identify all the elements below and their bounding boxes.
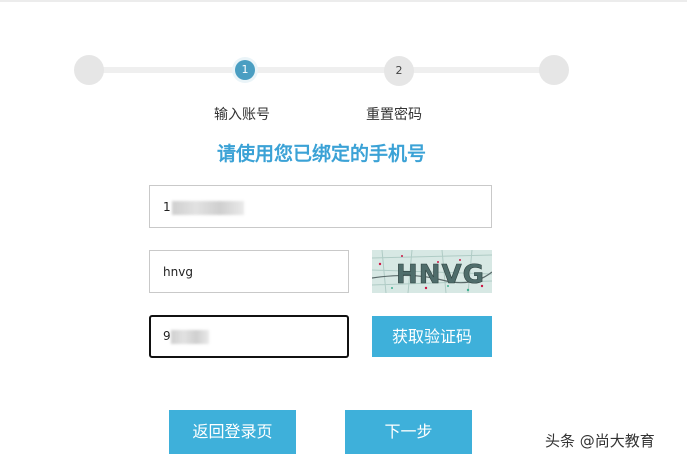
phone-input[interactable]: 1 bbox=[149, 185, 492, 228]
back-to-login-button[interactable]: 返回登录页 bbox=[169, 410, 296, 454]
step-1-node: 1 bbox=[232, 57, 258, 83]
phone-value: 1 bbox=[163, 200, 171, 214]
get-code-button[interactable]: 获取验证码 bbox=[372, 316, 492, 357]
step-1-number: 1 bbox=[235, 60, 255, 80]
captcha-value: hnvg bbox=[163, 265, 193, 279]
sms-code-input[interactable]: 9 bbox=[149, 315, 349, 358]
captcha-input[interactable]: hnvg bbox=[149, 250, 349, 293]
captcha-image[interactable]: HNVG bbox=[372, 250, 492, 293]
watermark-text: 头条 @尚大教育 bbox=[545, 432, 655, 450]
step-2-label: 重置密码 bbox=[366, 107, 422, 123]
step-1-label: 输入账号 bbox=[214, 107, 270, 123]
captcha-glyphs: HNVG bbox=[396, 260, 485, 290]
top-divider bbox=[0, 0, 687, 2]
sms-code-value: 9 bbox=[163, 329, 171, 343]
sms-code-redaction bbox=[171, 330, 209, 344]
phone-redaction bbox=[172, 201, 244, 215]
step-2-node: 2 bbox=[384, 56, 414, 86]
step-end-node bbox=[539, 55, 569, 85]
page-heading: 请使用您已绑定的手机号 bbox=[216, 143, 426, 165]
stepper-track bbox=[88, 67, 556, 73]
next-step-button[interactable]: 下一步 bbox=[345, 410, 472, 454]
step-start-node bbox=[74, 55, 104, 85]
